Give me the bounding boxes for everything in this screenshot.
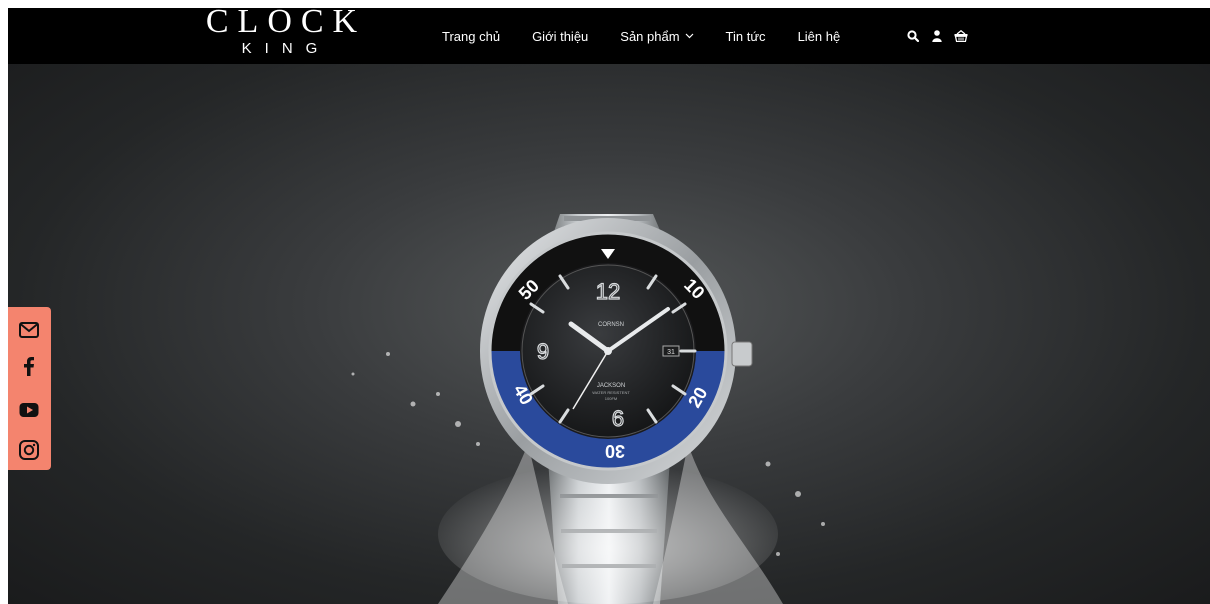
bezel-number-30: 30 bbox=[605, 441, 625, 461]
page: CLOCK KING Trang chủ Giới thiệu Sản phẩm… bbox=[0, 0, 1210, 604]
user-icon[interactable] bbox=[930, 29, 944, 43]
main-menu: Trang chủ Giới thiệu Sản phẩm Tin tức Li… bbox=[442, 8, 872, 64]
social-sidebar bbox=[8, 307, 51, 470]
nav-item-label: Giới thiệu bbox=[532, 28, 589, 44]
top-navbar: CLOCK KING Trang chủ Giới thiệu Sản phẩm… bbox=[8, 4, 1210, 64]
facebook-icon[interactable] bbox=[18, 355, 40, 377]
nav-item-label: Trang chủ bbox=[442, 28, 501, 44]
nav-icon-group bbox=[906, 8, 978, 64]
logo-main-text: CLOCK bbox=[205, 3, 367, 40]
date-window-text: 31 bbox=[667, 349, 675, 356]
watch-line2-text: 100FM bbox=[605, 396, 617, 401]
nav-item-contact[interactable]: Liên hệ bbox=[798, 29, 841, 44]
email-icon[interactable] bbox=[18, 319, 40, 341]
hero-watch-image: 50 10 40 20 30 12 9 6 CORNSN JACKSON WAT… bbox=[351, 214, 825, 604]
dial-number-6: 6 bbox=[612, 406, 624, 431]
nav-item-label: Tin tức bbox=[725, 28, 766, 44]
nav-item-label: Liên hệ bbox=[797, 28, 841, 44]
dial-number-12: 12 bbox=[596, 279, 620, 304]
site-logo[interactable]: CLOCK KING bbox=[186, 4, 386, 64]
nav-item-products[interactable]: Sản phẩm bbox=[620, 29, 693, 44]
logo-sub-text: KING bbox=[241, 40, 331, 57]
youtube-icon[interactable] bbox=[18, 399, 40, 421]
search-icon[interactable] bbox=[906, 29, 920, 43]
hero-banner: 50 10 40 20 30 12 9 6 CORNSN JACKSON WAT… bbox=[8, 64, 1210, 604]
watch-model-text: JACKSON bbox=[597, 383, 625, 389]
nav-item-news[interactable]: Tin tức bbox=[726, 29, 766, 44]
chevron-down-icon bbox=[685, 33, 693, 39]
nav-item-about[interactable]: Giới thiệu bbox=[532, 29, 588, 44]
nav-item-label: Sản phẩm bbox=[620, 28, 680, 44]
dial-number-9: 9 bbox=[537, 339, 549, 364]
watch-line1-text: WATER RESISTENT bbox=[592, 390, 630, 395]
instagram-icon[interactable] bbox=[18, 439, 40, 461]
nav-item-home[interactable]: Trang chủ bbox=[442, 29, 500, 44]
watch-brand-text: CORNSN bbox=[598, 322, 624, 328]
cart-icon[interactable] bbox=[954, 29, 968, 43]
